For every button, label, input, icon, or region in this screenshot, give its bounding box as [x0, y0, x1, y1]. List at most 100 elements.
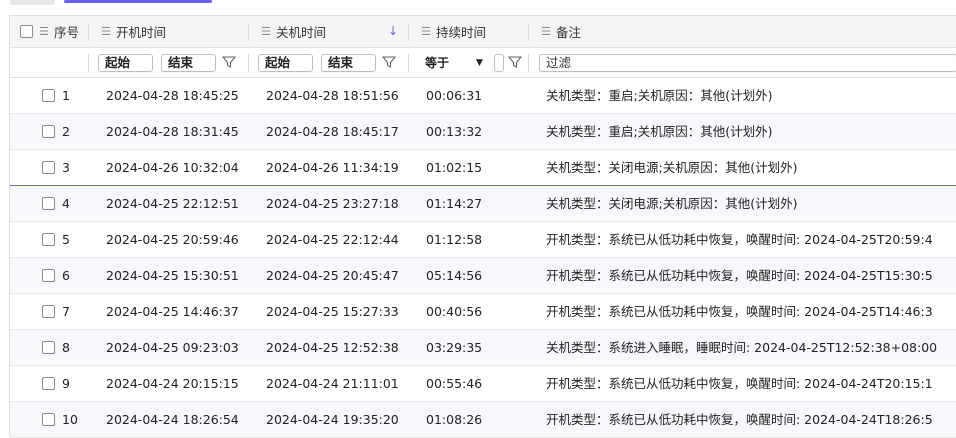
- cell-note: 开机类型：系统已从低功耗中恢复，唤醒时间: 2024-04-25T15:30:5: [546, 268, 933, 283]
- header-power-off-label: 关机时间: [276, 25, 327, 40]
- cell-power-off: 2024-04-25 12:52:38: [266, 340, 399, 355]
- cell-index: 10: [62, 412, 78, 427]
- power-off-start-filter[interactable]: 起始: [258, 54, 313, 72]
- cell-index: 2: [62, 124, 70, 139]
- cell-note: 开机类型：系统已从低功耗中恢复，唤醒时间: 2024-04-24T18:26:5: [546, 412, 933, 427]
- cell-duration: 00:06:31: [426, 88, 483, 103]
- row-checkbox[interactable]: [42, 233, 55, 246]
- select-all-checkbox[interactable]: [20, 25, 33, 38]
- cell-note: 开机类型：系统已从低功耗中恢复，唤醒时间: 2024-04-25T20:59:4: [546, 232, 933, 247]
- cell-note: 关机类型：关闭电源;关机原因：其他(计划外): [546, 160, 798, 175]
- table-row[interactable]: 1 2024-04-28 18:45:25 2024-04-28 18:51:5…: [10, 78, 956, 114]
- cell-duration: 01:02:15: [426, 160, 483, 175]
- header-index-label: 序号: [54, 25, 80, 40]
- top-toolbar: [0, 0, 956, 14]
- table-row[interactable]: 7 2024-04-25 14:46:37 2024-04-25 15:27:3…: [10, 294, 956, 330]
- header-note[interactable]: ☰ 备注: [541, 16, 581, 47]
- header-duration[interactable]: ☰ 持续时间: [421, 16, 486, 47]
- cell-power-on: 2024-04-24 20:15:15: [106, 376, 239, 391]
- cell-index: 7: [62, 304, 70, 319]
- row-checkbox[interactable]: [42, 125, 55, 138]
- column-menu-icon[interactable]: ☰: [541, 26, 551, 37]
- duration-operator-select[interactable]: 等于: [425, 54, 449, 72]
- toolbar-button[interactable]: [10, 0, 55, 5]
- header-power-on[interactable]: ☰ 开机时间: [101, 16, 166, 47]
- column-divider[interactable]: [528, 23, 529, 41]
- data-grid: ☰ 序号 ☰ 开机时间 ☰ 关机时间 ↓ ☰ 持续时间 ☰ 备注 起始 结束 起…: [9, 15, 956, 438]
- cell-duration: 01:08:26: [426, 412, 483, 427]
- column-divider: [88, 54, 89, 72]
- table-row[interactable]: 8 2024-04-25 09:23:03 2024-04-25 12:52:3…: [10, 330, 956, 366]
- cell-index: 6: [62, 268, 70, 283]
- cell-duration: 01:12:58: [426, 232, 483, 247]
- cell-note: 关机类型：重启;关机原因：其他(计划外): [546, 124, 773, 139]
- column-divider[interactable]: [248, 23, 249, 41]
- cell-index: 8: [62, 340, 70, 355]
- cell-note: 关机类型：关闭电源;关机原因：其他(计划外): [546, 196, 798, 211]
- table-row[interactable]: 9 2024-04-24 20:15:15 2024-04-24 21:11:0…: [10, 366, 956, 402]
- header-select-all[interactable]: [20, 16, 33, 47]
- table-row[interactable]: 4 2024-04-25 22:12:51 2024-04-25 23:27:1…: [10, 186, 956, 222]
- row-checkbox[interactable]: [42, 377, 55, 390]
- cell-index: 3: [62, 160, 70, 175]
- cell-power-off: 2024-04-24 21:11:01: [266, 376, 399, 391]
- row-checkbox[interactable]: [42, 197, 55, 210]
- cell-power-on: 2024-04-25 15:30:51: [106, 268, 239, 283]
- cell-power-on: 2024-04-28 18:31:45: [106, 124, 239, 139]
- cell-power-on: 2024-04-25 14:46:37: [106, 304, 239, 319]
- active-tab-indicator: [64, 0, 212, 3]
- column-menu-icon[interactable]: ☰: [39, 26, 49, 37]
- dropdown-arrow-icon[interactable]: ▼: [476, 54, 483, 72]
- header-power-off[interactable]: ☰ 关机时间: [261, 16, 326, 47]
- column-divider: [248, 54, 249, 72]
- grid-header: ☰ 序号 ☰ 开机时间 ☰ 关机时间 ↓ ☰ 持续时间 ☰ 备注: [10, 16, 956, 48]
- header-index[interactable]: ☰ 序号: [39, 16, 79, 47]
- filter-row: 起始 结束 起始 结束 等于 ▼ 过滤: [10, 48, 956, 78]
- cell-note: 开机类型：系统已从低功耗中恢复，唤醒时间: 2024-04-24T20:15:1: [546, 376, 933, 391]
- cell-power-on: 2024-04-25 20:59:46: [106, 232, 239, 247]
- header-duration-label: 持续时间: [436, 25, 487, 40]
- cell-power-on: 2024-04-28 18:45:25: [106, 88, 239, 103]
- filter-icon[interactable]: [508, 55, 522, 69]
- row-checkbox[interactable]: [42, 89, 55, 102]
- header-note-label: 备注: [556, 25, 582, 40]
- cell-index: 4: [62, 196, 70, 211]
- cell-power-off: 2024-04-25 15:27:33: [266, 304, 399, 319]
- power-on-end-filter[interactable]: 结束: [161, 54, 216, 72]
- row-checkbox[interactable]: [42, 413, 55, 426]
- power-off-end-filter[interactable]: 结束: [321, 54, 376, 72]
- duration-filter-input[interactable]: [494, 54, 504, 72]
- sort-descending-icon[interactable]: ↓: [388, 24, 398, 38]
- note-filter-input[interactable]: 过滤: [539, 54, 956, 72]
- cell-power-on: 2024-04-25 09:23:03: [106, 340, 239, 355]
- cell-index: 9: [62, 376, 70, 391]
- row-checkbox[interactable]: [42, 161, 55, 174]
- table-row[interactable]: 6 2024-04-25 15:30:51 2024-04-25 20:45:4…: [10, 258, 956, 294]
- column-menu-icon[interactable]: ☰: [101, 26, 111, 37]
- column-divider[interactable]: [88, 23, 89, 41]
- table-row[interactable]: 10 2024-04-24 18:26:54 2024-04-24 19:35:…: [10, 402, 956, 438]
- cell-duration: 00:13:32: [426, 124, 483, 139]
- table-row[interactable]: 5 2024-04-25 20:59:46 2024-04-25 22:12:4…: [10, 222, 956, 258]
- table-row[interactable]: 2 2024-04-28 18:31:45 2024-04-28 18:45:1…: [10, 114, 956, 150]
- cell-duration: 01:14:27: [426, 196, 483, 211]
- cell-note: 关机类型：系统进入睡眠，睡眠时间: 2024-04-25T12:52:38+08…: [546, 340, 938, 355]
- filter-icon[interactable]: [382, 55, 396, 69]
- power-on-start-filter[interactable]: 起始: [98, 54, 153, 72]
- column-menu-icon[interactable]: ☰: [421, 26, 431, 37]
- cell-power-off: 2024-04-28 18:45:17: [266, 124, 399, 139]
- table-row[interactable]: 3 2024-04-26 10:32:04 2024-04-26 11:34:1…: [10, 150, 956, 186]
- filter-icon[interactable]: [222, 55, 236, 69]
- cell-power-on: 2024-04-26 10:32:04: [106, 160, 239, 175]
- column-divider[interactable]: [408, 23, 409, 41]
- cell-power-off: 2024-04-25 22:12:44: [266, 232, 399, 247]
- cell-power-off: 2024-04-24 19:35:20: [266, 412, 399, 427]
- cell-power-off: 2024-04-25 20:45:47: [266, 268, 399, 283]
- cell-duration: 03:29:35: [426, 340, 483, 355]
- column-menu-icon[interactable]: ☰: [261, 26, 271, 37]
- row-checkbox[interactable]: [42, 341, 55, 354]
- row-checkbox[interactable]: [42, 269, 55, 282]
- cell-index: 5: [62, 232, 70, 247]
- cell-note: 开机类型：系统已从低功耗中恢复，唤醒时间: 2024-04-25T14:46:3: [546, 304, 933, 319]
- row-checkbox[interactable]: [42, 305, 55, 318]
